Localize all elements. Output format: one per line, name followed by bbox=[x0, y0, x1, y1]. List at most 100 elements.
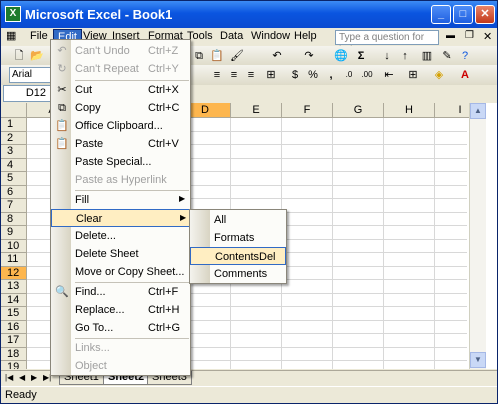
font-color-icon[interactable]: A bbox=[457, 67, 473, 83]
currency-icon[interactable]: $ bbox=[287, 67, 303, 83]
menu-window[interactable]: Window bbox=[251, 30, 290, 42]
menu-item-links[interactable]: Links... bbox=[51, 339, 190, 357]
window-title: Microsoft Excel - Book1 bbox=[25, 7, 173, 22]
gridline bbox=[434, 118, 435, 369]
row-header[interactable]: 7 bbox=[1, 199, 27, 213]
name-box[interactable]: D12 bbox=[3, 85, 51, 102]
row-header[interactable]: 3 bbox=[1, 145, 27, 159]
drawing-icon[interactable]: ✎ bbox=[439, 48, 455, 64]
menu-item-office-clipboard[interactable]: 📋 Office Clipboard... bbox=[51, 117, 190, 135]
menu-item-find[interactable]: 🔍 Find... Ctrl+F bbox=[51, 283, 190, 301]
column-header[interactable]: E bbox=[231, 103, 282, 118]
menu-item-undo[interactable]: ↶ Can't Undo Ctrl+Z bbox=[51, 42, 190, 60]
hyperlink-icon[interactable]: 🌐 bbox=[333, 48, 349, 64]
menu-item-copy[interactable]: ⧉ Copy Ctrl+C bbox=[51, 99, 190, 117]
row-header[interactable]: 13 bbox=[1, 280, 27, 294]
redo-icon[interactable]: ↷ bbox=[301, 48, 317, 64]
borders-icon[interactable]: ⊞ bbox=[405, 67, 421, 83]
prev-sheet-icon[interactable]: ◀ bbox=[19, 373, 25, 382]
workbook-icon[interactable]: ▦ bbox=[6, 29, 16, 42]
submenu-item-comments[interactable]: Comments bbox=[190, 265, 286, 283]
menu-item-paste[interactable]: 📋 Paste Ctrl+V bbox=[51, 135, 190, 153]
clear-submenu: All Formats Contents Del Comments bbox=[189, 209, 287, 284]
gridline bbox=[332, 118, 333, 369]
submenu-item-all[interactable]: All bbox=[190, 211, 286, 229]
row-header[interactable]: 16 bbox=[1, 320, 27, 334]
row-header[interactable]: 18 bbox=[1, 347, 27, 361]
row-header[interactable]: 11 bbox=[1, 253, 27, 267]
menu-data[interactable]: Data bbox=[220, 30, 243, 42]
font-name-combo[interactable]: Arial bbox=[9, 67, 51, 83]
row-header[interactable]: 6 bbox=[1, 185, 27, 199]
scroll-up-icon[interactable]: ▲ bbox=[470, 103, 486, 119]
excel-app-icon[interactable]: X bbox=[5, 6, 21, 22]
menu-help[interactable]: Help bbox=[294, 30, 317, 42]
row-header[interactable]: 9 bbox=[1, 226, 27, 240]
close-button[interactable]: ✕ bbox=[475, 5, 495, 24]
sort-ascending-icon[interactable]: ↓ bbox=[379, 48, 395, 64]
scroll-down-icon[interactable]: ▼ bbox=[470, 352, 486, 368]
chart-wizard-icon[interactable]: ▥ bbox=[419, 48, 435, 64]
row-header[interactable]: 10 bbox=[1, 239, 27, 253]
menu-item-replace[interactable]: Replace... Ctrl+H bbox=[51, 301, 190, 319]
submenu-item-formats[interactable]: Formats bbox=[190, 229, 286, 247]
menu-item-paste-hyperlink[interactable]: Paste as Hyperlink bbox=[51, 171, 190, 189]
open-icon[interactable]: 📂 bbox=[29, 48, 45, 64]
sort-descending-icon[interactable]: ↑ bbox=[397, 48, 413, 64]
row-header[interactable]: 4 bbox=[1, 158, 27, 172]
align-center-icon[interactable]: ≡ bbox=[226, 67, 242, 83]
row-header[interactable]: 5 bbox=[1, 172, 27, 186]
select-all-corner[interactable] bbox=[1, 103, 27, 118]
row-header[interactable]: 14 bbox=[1, 293, 27, 307]
help-icon[interactable]: ? bbox=[457, 48, 473, 64]
row-header[interactable]: 2 bbox=[1, 131, 27, 145]
menu-item-paste-special[interactable]: Paste Special... bbox=[51, 153, 190, 171]
row-header[interactable]: 12 bbox=[1, 266, 27, 280]
align-left-icon[interactable]: ≡ bbox=[209, 67, 225, 83]
submenu-item-contents[interactable]: Contents Del bbox=[190, 247, 286, 265]
vertical-scrollbar[interactable]: ▲ ▼ bbox=[469, 103, 486, 369]
menu-item-move-copy-sheet[interactable]: Move or Copy Sheet... bbox=[51, 263, 190, 281]
percent-icon[interactable]: % bbox=[305, 67, 321, 83]
indent-icon[interactable]: ⇤ bbox=[381, 67, 397, 83]
copy-icon[interactable]: ⧉ bbox=[191, 48, 207, 64]
format-painter-icon[interactable]: 🖌 bbox=[229, 48, 245, 64]
doc-minimize-button[interactable]: ▬ bbox=[446, 30, 455, 40]
doc-restore-button[interactable]: ❐ bbox=[465, 30, 474, 41]
doc-close-button[interactable]: ✕ bbox=[483, 30, 492, 43]
menu-item-cut[interactable]: ✂ Cut Ctrl+X bbox=[51, 81, 190, 99]
ask-question-input[interactable]: Type a question for help bbox=[335, 30, 439, 56]
increase-decimal-icon[interactable]: .0 bbox=[341, 67, 357, 83]
binoculars-icon: 🔍 bbox=[55, 286, 69, 298]
next-sheet-icon[interactable]: ▶ bbox=[31, 373, 37, 382]
minimize-button[interactable]: _ bbox=[431, 5, 451, 24]
menu-item-fill[interactable]: Fill ▶ bbox=[51, 191, 190, 209]
paste-icon[interactable]: 📋 bbox=[209, 48, 225, 64]
menu-item-goto[interactable]: Go To... Ctrl+G bbox=[51, 319, 190, 337]
merge-center-icon[interactable]: ⊞ bbox=[263, 67, 279, 83]
first-sheet-icon[interactable]: |◀ bbox=[5, 373, 13, 382]
row-header[interactable]: 17 bbox=[1, 334, 27, 348]
align-right-icon[interactable]: ≡ bbox=[243, 67, 259, 83]
autosum-icon[interactable]: Σ bbox=[353, 48, 369, 64]
row-header[interactable]: 8 bbox=[1, 212, 27, 226]
row-header[interactable]: 19 bbox=[1, 361, 27, 369]
decrease-decimal-icon[interactable]: .00 bbox=[359, 67, 375, 83]
menu-item-repeat[interactable]: ↻ Can't Repeat Ctrl+Y bbox=[51, 60, 190, 78]
row-header[interactable]: 15 bbox=[1, 307, 27, 321]
menu-file[interactable]: File bbox=[30, 30, 48, 42]
comma-icon[interactable]: , bbox=[323, 67, 339, 83]
new-icon[interactable]: 🗋 bbox=[11, 48, 27, 64]
maximize-button[interactable]: □ bbox=[453, 5, 473, 24]
menu-item-delete[interactable]: Delete... bbox=[51, 227, 190, 245]
menu-item-clear[interactable]: Clear ▶ bbox=[51, 209, 190, 227]
undo-icon[interactable]: ↶ bbox=[269, 48, 285, 64]
fill-color-icon[interactable]: ◈ bbox=[431, 67, 447, 83]
row-header[interactable]: 1 bbox=[1, 118, 27, 132]
column-header[interactable]: H bbox=[384, 103, 435, 118]
title-bar[interactable]: X Microsoft Excel - Book1 _ □ ✕ bbox=[1, 1, 497, 28]
menu-item-delete-sheet[interactable]: Delete Sheet bbox=[51, 245, 190, 263]
column-header[interactable]: G bbox=[333, 103, 384, 118]
menu-item-object[interactable]: Object bbox=[51, 357, 190, 375]
column-header[interactable]: F bbox=[282, 103, 333, 118]
